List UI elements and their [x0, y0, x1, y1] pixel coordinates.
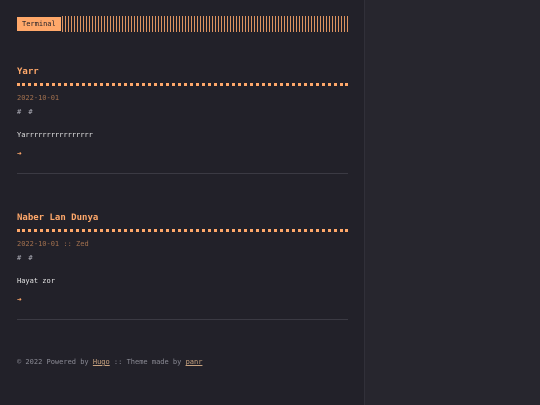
post-title[interactable]: Yarr: [17, 66, 348, 86]
post-title[interactable]: Naber Lan Dunya: [17, 212, 348, 232]
post-tags[interactable]: # #: [17, 253, 348, 263]
post-divider: [17, 173, 348, 174]
post-item: Yarr 2022-10-01 # # Yarrrrrrrrrrrrrrrr ➔: [17, 66, 348, 174]
site-logo[interactable]: Terminal: [17, 17, 61, 31]
footer-copyright: © 2022 Powered by: [17, 358, 93, 366]
post-meta: 2022-10-01 :: Zed: [17, 239, 348, 249]
post-tags[interactable]: # #: [17, 107, 348, 117]
read-more-arrow-icon[interactable]: ➔: [17, 149, 348, 159]
read-more-arrow-icon[interactable]: ➔: [17, 295, 348, 305]
post-date: 2022-10-01: [17, 94, 60, 102]
post-divider: [17, 319, 348, 320]
post-date: 2022-10-01: [17, 240, 60, 248]
footer-theme-text: :: Theme made by: [109, 358, 186, 366]
site-footer: © 2022 Powered by Hugo :: Theme made by …: [17, 357, 202, 367]
theme-author-link[interactable]: panr: [186, 358, 203, 366]
page-content: Terminal Yarr 2022-10-01 # # Yarrrrrrrrr…: [17, 0, 348, 320]
header-decoration: [62, 16, 348, 32]
post-meta: 2022-10-01: [17, 93, 348, 103]
post-content: Hayat zor: [17, 277, 55, 285]
post-author: :: Zed: [63, 240, 89, 248]
post-content: Yarrrrrrrrrrrrrrrr: [17, 131, 93, 139]
post-item: Naber Lan Dunya 2022-10-01 :: Zed # # Ha…: [17, 212, 348, 320]
right-panel: [364, 0, 540, 405]
site-header: Terminal: [17, 0, 348, 47]
hugo-link[interactable]: Hugo: [93, 358, 110, 366]
